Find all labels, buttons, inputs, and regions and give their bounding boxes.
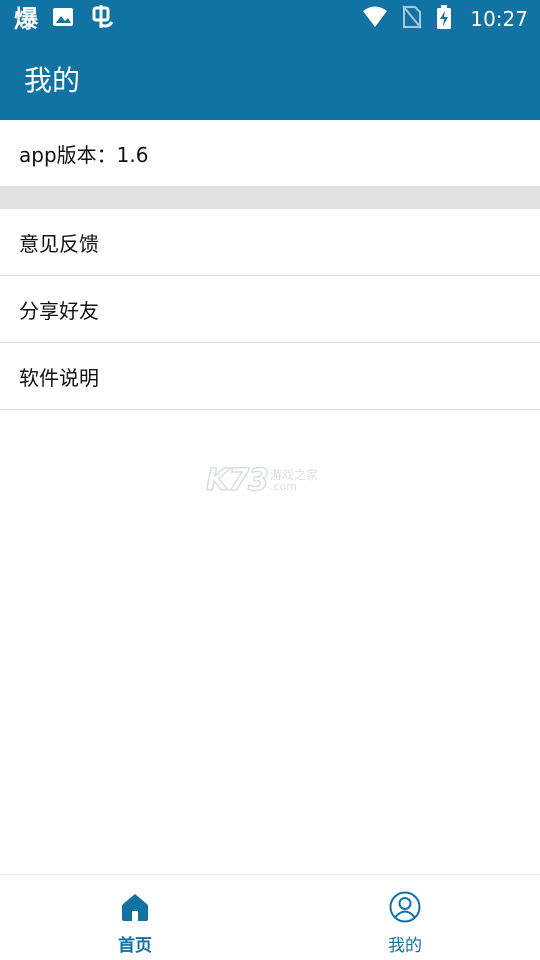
watermark-mark: K73 — [205, 462, 270, 499]
menu-item-software-info[interactable]: 软件说明 — [0, 343, 540, 410]
nav-item-home[interactable]: 首页 — [0, 875, 270, 960]
menu-item-share-friends[interactable]: 分享好友 — [0, 276, 540, 343]
section-divider-band — [0, 186, 540, 209]
menu-item-feedback[interactable]: 意见反馈 — [0, 209, 540, 276]
nav-item-profile[interactable]: 我的 — [270, 875, 540, 960]
nav-label-home: 首页 — [118, 936, 152, 956]
status-bar: 爆 10:27 — [0, 0, 540, 38]
status-time: 10:27 — [470, 7, 528, 31]
app-version-text: app版本：1.6 — [19, 142, 149, 167]
page-title: 我的 — [24, 64, 81, 97]
home-icon — [119, 891, 151, 927]
battery-charging-icon — [436, 5, 452, 33]
bottom-nav: 首页 我的 — [0, 874, 540, 960]
profile-icon — [389, 891, 421, 927]
no-sim-icon — [402, 5, 423, 33]
watermark-top-text: 游戏之家 — [270, 467, 319, 482]
screen: 爆 10:27 我的 app版本：1.6 意见反馈 分享好友 软件说明 K73 … — [0, 0, 540, 960]
menu-item-label: 意见反馈 — [19, 231, 99, 256]
watermark-side: 游戏之家 .com — [270, 469, 318, 492]
settings-menu-list: 意见反馈 分享好友 软件说明 — [0, 209, 540, 410]
menu-item-label: 软件说明 — [19, 365, 99, 390]
bug-icon — [88, 4, 114, 34]
image-icon — [52, 6, 74, 32]
notification-app-glyph: 爆 — [14, 5, 38, 33]
app-bar: 我的 — [0, 38, 540, 120]
status-right: 10:27 — [362, 5, 528, 33]
wifi-icon — [362, 6, 388, 32]
nav-label-profile: 我的 — [388, 936, 422, 956]
watermark-bottom-text: .com — [270, 479, 297, 493]
watermark-logo: K73 游戏之家 .com — [205, 462, 336, 499]
menu-item-label: 分享好友 — [19, 298, 99, 323]
app-version-row: app版本：1.6 — [0, 120, 540, 186]
status-left: 爆 — [14, 4, 114, 34]
